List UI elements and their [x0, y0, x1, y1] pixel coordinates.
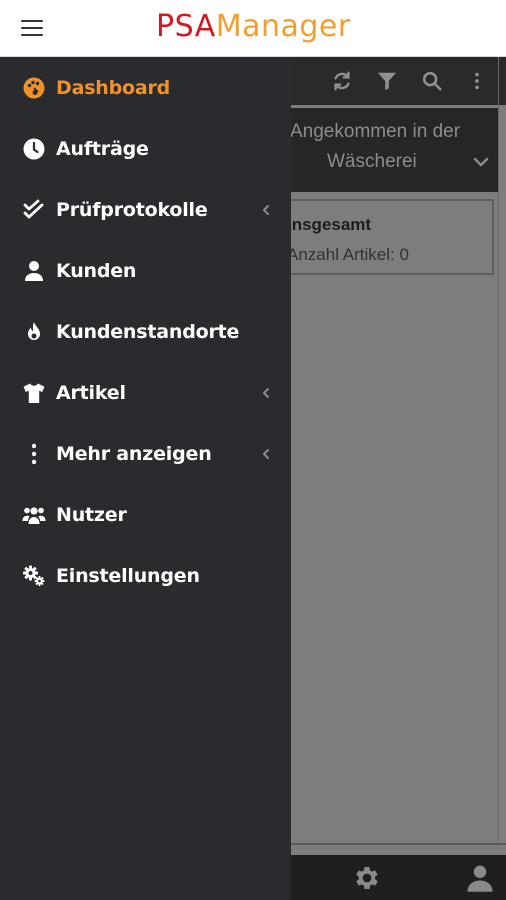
sidebar-item-nutzer[interactable]: Nutzer	[0, 484, 291, 545]
chevron-down-icon	[472, 153, 490, 171]
sidebar-item-label: Kunden	[56, 260, 137, 282]
filter-icon[interactable]	[376, 70, 398, 92]
summary-card-title: Insgesamt	[287, 215, 372, 234]
shirt-icon	[22, 381, 46, 405]
status-filter-dropdown[interactable]: Angekommen in der Wäscherei	[290, 108, 498, 192]
app-header: PSAManager	[0, 0, 506, 57]
user-icon	[22, 259, 46, 283]
more-vertical-icon[interactable]	[466, 70, 488, 92]
fire-icon	[22, 320, 46, 344]
profile-icon[interactable]	[465, 863, 495, 893]
sidebar-item-auftraege[interactable]: Aufträge	[0, 118, 291, 179]
refresh-icon[interactable]	[331, 70, 353, 92]
sidebar-item-label: Artikel	[56, 382, 126, 404]
app-title-manager: Manager	[215, 9, 351, 44]
chevron-left-icon	[261, 386, 271, 400]
sidebar-item-label: Dashboard	[56, 77, 171, 99]
summary-card-count: Anzahl Artikel: 0	[287, 245, 409, 264]
palette-icon	[22, 76, 46, 100]
sidebar-item-einstellungen[interactable]: Einstellungen	[0, 545, 291, 606]
hamburger-menu-icon[interactable]	[21, 20, 43, 37]
vertical-dots-icon	[22, 442, 46, 466]
sidebar-item-mehr-anzeigen[interactable]: Mehr anzeigen	[0, 423, 291, 484]
sidebar-item-label: Prüfprotokolle	[56, 199, 208, 221]
sidebar-item-dashboard[interactable]: Dashboard	[0, 57, 291, 118]
sidebar-item-pruefprotokolle[interactable]: Prüfprotokolle	[0, 179, 291, 240]
page-divider	[290, 843, 506, 845]
chevron-left-icon	[261, 447, 271, 461]
double-check-icon	[22, 198, 46, 222]
summary-card: Insgesamt Anzahl Artikel: 0	[282, 199, 494, 275]
page-content-edge	[498, 57, 506, 844]
gear-icon[interactable]	[352, 863, 382, 893]
sidebar-item-label: Mehr anzeigen	[56, 443, 212, 465]
app-title: PSAManager	[156, 8, 351, 46]
bottom-nav-bar	[290, 855, 506, 900]
status-filter-line1: Angekommen in der	[290, 121, 461, 142]
search-icon[interactable]	[421, 70, 443, 92]
app-title-psa: PSA	[156, 9, 216, 44]
users-icon	[22, 503, 46, 527]
sidebar-item-label: Einstellungen	[56, 565, 200, 587]
sidebar-item-label: Nutzer	[56, 504, 127, 526]
sidebar-item-kunden[interactable]: Kunden	[0, 240, 291, 301]
page-toolbar	[290, 57, 506, 105]
clock-icon	[22, 137, 46, 161]
cogs-icon	[22, 564, 46, 588]
sidebar-item-label: Aufträge	[56, 138, 149, 160]
sidebar-item-label: Kundenstandorte	[56, 321, 240, 343]
sidebar-drawer: Dashboard Aufträge Prüfprotokolle Kunden…	[0, 57, 291, 900]
chevron-left-icon	[261, 203, 271, 217]
sidebar-item-artikel[interactable]: Artikel	[0, 362, 291, 423]
status-filter-line2: Wäscherei	[327, 151, 417, 172]
sidebar-item-kundenstandorte[interactable]: Kundenstandorte	[0, 301, 291, 362]
